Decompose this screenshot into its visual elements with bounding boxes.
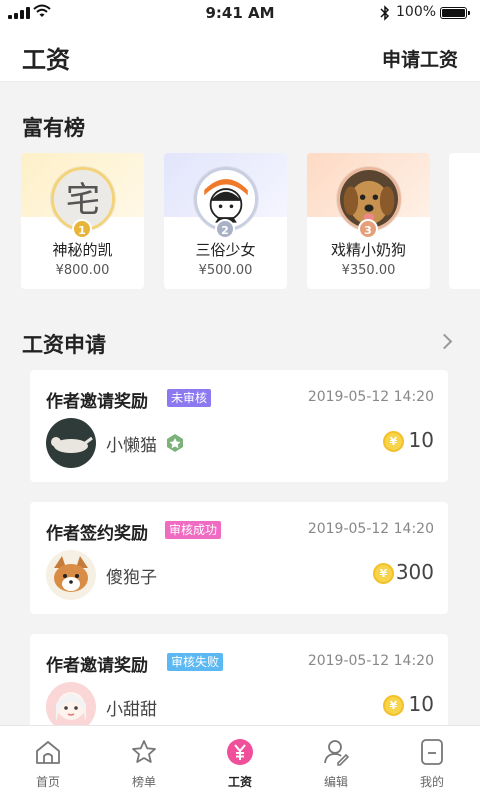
chevron-right-icon[interactable] — [436, 333, 453, 350]
rank-badge: 3 — [358, 219, 378, 239]
rank-badge: 1 — [72, 219, 92, 239]
tab-label: 编辑 — [323, 775, 348, 789]
request-amount: 300 — [395, 560, 434, 584]
requests-title: 工资申请 — [22, 333, 106, 357]
request-time: 2019-05-12 14:20 — [307, 521, 434, 537]
tab-home[interactable]: 首页 — [0, 726, 96, 800]
header: 工资 申请工资 — [0, 26, 480, 82]
request-time: 2019-05-12 14:20 — [307, 653, 434, 669]
rich-user-amount: ¥500.00 — [198, 263, 253, 278]
rich-user-name: 神秘的凯 — [52, 241, 113, 259]
rich-user-amount: ¥800.00 — [55, 263, 110, 278]
request-card[interactable]: 作者邀请奖励 审核失败 2019-05-12 14:20 小甜甜 ¥ 10 — [30, 634, 448, 734]
profile-icon — [421, 739, 443, 765]
apply-salary-button[interactable]: 申请工资 — [382, 45, 458, 72]
status-badge: 未审核 — [167, 389, 212, 407]
request-amount: 10 — [408, 692, 434, 716]
battery-percent: 100% — [396, 4, 437, 20]
coin-icon: ¥ — [373, 563, 394, 584]
request-time: 2019-05-12 14:20 — [307, 389, 434, 405]
avatar — [46, 418, 96, 468]
request-amount: 10 — [408, 428, 434, 452]
tab-mine[interactable]: 我的 — [384, 726, 480, 800]
rank-badge: 2 — [215, 219, 235, 239]
request-user-name: 小懒猫 — [106, 436, 157, 456]
coin-icon: ¥ — [383, 431, 404, 452]
tab-edit[interactable]: 编辑 — [288, 726, 384, 800]
home-icon — [36, 741, 60, 764]
tab-label: 首页 — [35, 775, 60, 789]
tab-label: 工资 — [227, 775, 252, 789]
status-badge: 审核成功 — [165, 521, 222, 539]
coin-icon: ¥ — [383, 695, 404, 716]
request-card[interactable]: 作者邀请奖励 未审核 2019-05-12 14:20 小懒猫 ¥ 10 — [30, 370, 448, 482]
battery-icon — [440, 7, 470, 19]
request-title: 作者签约奖励 — [46, 524, 148, 544]
level-badge-icon — [167, 434, 183, 452]
rich-card-1[interactable]: 宅 1 神秘的凯 ¥800.00 — [21, 153, 144, 289]
request-card[interactable]: 作者签约奖励 审核成功 2019-05-12 14:20 傻狍子 ¥ 300 — [30, 502, 448, 614]
tab-ranking[interactable]: 榜单 — [96, 726, 192, 800]
request-title: 作者邀请奖励 — [46, 392, 148, 412]
rich-user-amount: ¥350.00 — [341, 263, 396, 278]
request-title: 作者邀请奖励 — [46, 656, 148, 676]
rich-list-title: 富有榜 — [22, 116, 85, 140]
rich-user-name: 三俗少女 — [195, 241, 256, 259]
avatar — [46, 550, 96, 600]
rich-card-2[interactable]: 2 三俗少女 ¥500.00 — [164, 153, 287, 289]
bluetooth-icon — [380, 5, 390, 21]
status-bar: 9:41 AM 100% — [0, 0, 480, 26]
yen-icon — [227, 739, 253, 765]
tab-label: 我的 — [419, 775, 444, 789]
status-badge: 审核失败 — [167, 653, 224, 671]
page-title: 工资 — [22, 46, 70, 74]
request-user-name: 傻狍子 — [106, 568, 157, 588]
tab-bar: 首页 榜单 工资 编辑 我的 — [0, 725, 480, 800]
rich-user-name: 戏精小奶狗 — [330, 241, 406, 259]
svg-text:宅: 宅 — [66, 181, 100, 221]
request-user-name: 小甜甜 — [106, 700, 157, 720]
edit-user-icon — [324, 740, 350, 766]
tab-salary[interactable]: 工资 — [192, 726, 288, 800]
tab-label: 榜单 — [131, 775, 156, 789]
rich-card-more[interactable] — [449, 153, 480, 289]
rich-card-3[interactable]: 3 戏精小奶狗 ¥350.00 — [307, 153, 430, 289]
star-icon — [132, 740, 156, 763]
